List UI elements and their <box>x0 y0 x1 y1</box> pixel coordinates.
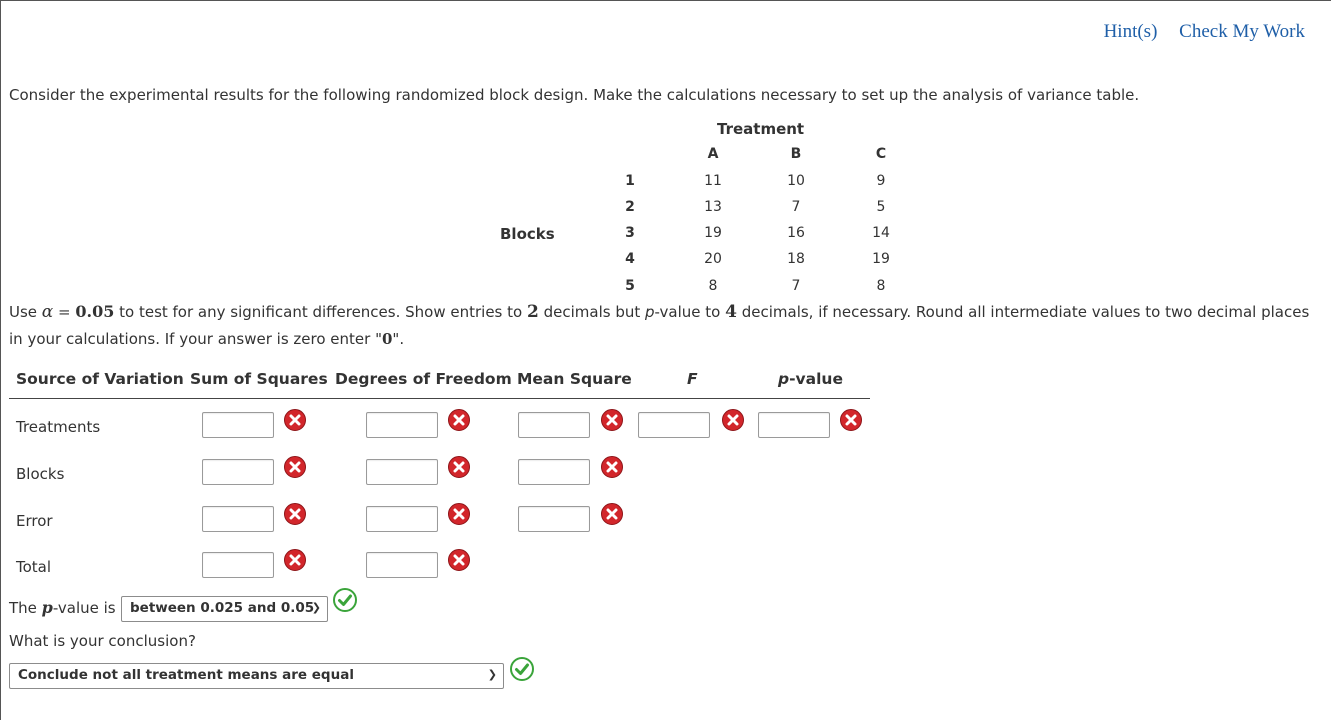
header-divider <box>9 398 870 399</box>
table-cell: 20 <box>704 251 722 267</box>
table-cell: 19 <box>872 251 890 267</box>
ms-input[interactable] <box>518 459 590 485</box>
table-cell: 8 <box>876 278 886 294</box>
incorrect-x-icon <box>448 409 470 431</box>
ss-input[interactable] <box>202 459 274 485</box>
correct-check-icon <box>333 588 357 612</box>
incorrect-x-icon <box>601 503 623 525</box>
header-f: F <box>687 370 698 388</box>
table-cell: 14 <box>872 225 890 241</box>
df-input[interactable] <box>366 506 438 532</box>
df-input[interactable] <box>366 552 438 578</box>
col-header-c: C <box>875 146 887 162</box>
incorrect-x-icon <box>448 456 470 478</box>
conclusion-question: What is your conclusion? <box>9 632 196 650</box>
block-number: 2 <box>625 199 635 215</box>
table-cell: 10 <box>787 173 805 189</box>
table-cell: 13 <box>704 199 722 215</box>
incorrect-x-icon <box>840 409 862 431</box>
ss-input[interactable] <box>202 506 274 532</box>
instructions-line-2: in your calculations. If your answer is … <box>9 330 405 348</box>
row-label-treatments: Treatments <box>16 418 101 436</box>
ss-input[interactable] <box>202 552 274 578</box>
pvalue-question: The p-value is <box>9 598 116 617</box>
intro-text: Consider the experimental results for th… <box>9 86 1140 104</box>
blocks-label: Blocks <box>500 225 555 243</box>
row-label-total: Total <box>16 558 52 576</box>
col-header-b: B <box>790 146 802 162</box>
df-input[interactable] <box>366 459 438 485</box>
row-label-error: Error <box>16 512 53 530</box>
block-number: 1 <box>625 173 635 189</box>
f-input[interactable] <box>638 412 710 438</box>
header-df: Degrees of Freedom <box>335 370 512 388</box>
header-source: Source of Variation <box>16 370 184 388</box>
header-ms: Mean Square <box>517 370 632 388</box>
table-cell: 7 <box>791 199 801 215</box>
incorrect-x-icon <box>284 409 306 431</box>
top-links: Hint(s) Check My Work <box>1087 21 1305 43</box>
instructions-line-1: Use α = 0.05 to test for any significant… <box>9 302 1310 322</box>
chevron-down-icon: ❯ <box>311 601 321 614</box>
treatment-header: Treatment <box>717 120 805 138</box>
incorrect-x-icon <box>284 503 306 525</box>
correct-check-icon <box>510 657 534 681</box>
ms-input[interactable] <box>518 506 590 532</box>
header-ss: Sum of Squares <box>190 370 328 388</box>
col-header-a: A <box>707 146 719 162</box>
incorrect-x-icon <box>448 549 470 571</box>
incorrect-x-icon <box>448 503 470 525</box>
p-input[interactable] <box>758 412 830 438</box>
incorrect-x-icon <box>601 456 623 478</box>
check-my-work-link[interactable]: Check My Work <box>1179 21 1305 42</box>
table-cell: 19 <box>704 225 722 241</box>
incorrect-x-icon <box>284 549 306 571</box>
table-cell: 18 <box>787 251 805 267</box>
row-label-blocks: Blocks <box>16 465 65 483</box>
chevron-down-icon: ❯ <box>487 668 497 681</box>
ms-input[interactable] <box>518 412 590 438</box>
pvalue-select[interactable]: between 0.025 and 0.05 ❯ <box>121 596 328 622</box>
incorrect-x-icon <box>601 409 623 431</box>
table-cell: 7 <box>791 278 801 294</box>
table-cell: 9 <box>876 173 886 189</box>
block-number: 3 <box>625 225 635 241</box>
table-cell: 11 <box>704 173 722 189</box>
hints-link[interactable]: Hint(s) <box>1104 21 1158 42</box>
ss-input[interactable] <box>202 412 274 438</box>
incorrect-x-icon <box>284 456 306 478</box>
block-number: 4 <box>625 251 635 267</box>
block-number: 5 <box>625 278 635 294</box>
table-cell: 16 <box>787 225 805 241</box>
df-input[interactable] <box>366 412 438 438</box>
table-cell: 8 <box>708 278 718 294</box>
conclusion-select[interactable]: Conclude not all treatment means are equ… <box>9 663 504 689</box>
table-cell: 5 <box>876 199 886 215</box>
incorrect-x-icon <box>722 409 744 431</box>
header-pvalue: p-value <box>778 370 843 388</box>
